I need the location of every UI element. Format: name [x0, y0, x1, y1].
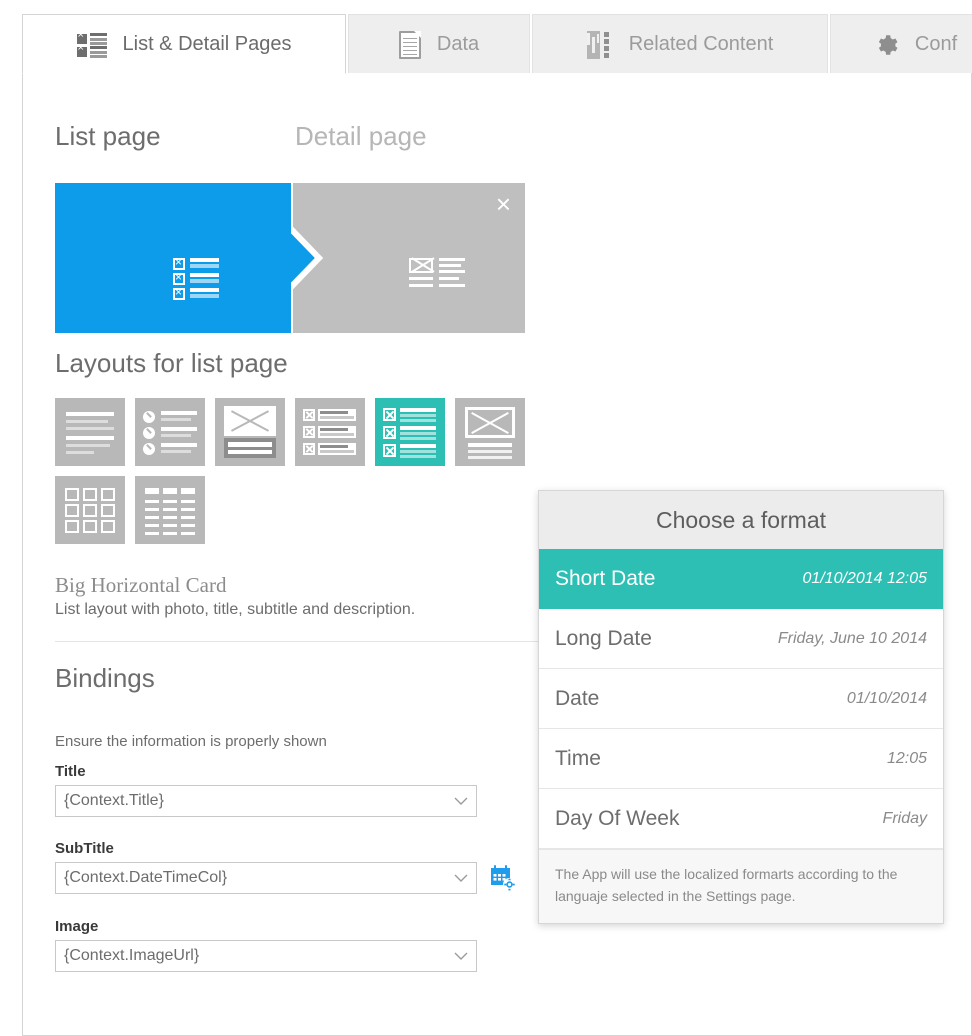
subtitle-binding-value: {Context.DateTimeCol} [64, 869, 228, 886]
calendar-format-icon[interactable] [489, 864, 517, 892]
layout-thumb-photo-grid[interactable] [55, 476, 125, 544]
tab-related-content[interactable]: Related Content [532, 14, 828, 74]
layout-thumb-table-grid[interactable] [135, 476, 205, 544]
list-detail-icon [76, 30, 107, 58]
tab-list-and-detail-pages[interactable]: List & Detail Pages [22, 14, 346, 74]
close-icon[interactable]: × [496, 191, 511, 217]
image-binding-value: {Context.ImageUrl} [64, 947, 200, 964]
image-binding-select[interactable]: {Context.ImageUrl} [55, 940, 477, 972]
format-option-sample: Friday, June 10 2014 [777, 629, 927, 647]
list-page-tile[interactable] [55, 183, 291, 333]
selected-layout-name: Big Horizontal Card [55, 573, 227, 597]
app-root: List & Detail Pages Data [0, 0, 972, 1036]
layouts-header: Layouts for list page [55, 348, 288, 378]
format-option-label: Short Date [555, 566, 656, 590]
title-field-label: Title [55, 763, 86, 780]
flow-arrow-icon [291, 183, 324, 333]
list-page-header: List page [55, 121, 161, 151]
format-option-label: Time [555, 746, 601, 770]
related-content-icon [586, 30, 613, 59]
layout-thumb-photo-caption[interactable] [215, 398, 285, 466]
subtitle-binding-select[interactable]: {Context.DateTimeCol} [55, 862, 477, 894]
layout-thumb-small-horizontal-card[interactable] [295, 398, 365, 466]
choose-format-popup: Choose a format Short Date 01/10/2014 12… [538, 490, 944, 925]
detail-page-tile[interactable]: × [293, 183, 525, 333]
layout-thumb-big-horizontal-card[interactable] [375, 398, 445, 466]
format-option-label: Long Date [555, 626, 652, 650]
choose-format-note: The App will use the localized formarts … [539, 849, 943, 924]
image-field-label: Image [55, 918, 99, 935]
chevron-down-icon [454, 874, 468, 882]
detail-page-header: Detail page [295, 121, 427, 151]
title-binding-select[interactable]: {Context.Title} [55, 785, 477, 817]
subtitle-field-label: SubTitle [55, 840, 114, 857]
format-option-short-date[interactable]: Short Date 01/10/2014 12:05 [539, 549, 943, 609]
tab-configuration[interactable]: Conf [830, 14, 972, 74]
tab-strip: List & Detail Pages Data [0, 0, 972, 74]
layout-thumbnail-grid [55, 398, 535, 544]
layout-thumb-bullet-list[interactable] [135, 398, 205, 466]
choose-format-title: Choose a format [539, 491, 943, 549]
format-option-time[interactable]: Time 12:05 [539, 729, 943, 789]
format-option-sample: 01/10/2014 [846, 689, 927, 707]
format-option-long-date[interactable]: Long Date Friday, June 10 2014 [539, 609, 943, 669]
bindings-header: Bindings [55, 663, 155, 693]
format-option-label: Day Of Week [555, 806, 680, 830]
tab-label: List & Detail Pages [122, 32, 292, 55]
document-icon [398, 30, 421, 59]
format-option-day-of-week[interactable]: Day Of Week Friday [539, 789, 943, 849]
format-option-sample: Friday [882, 809, 927, 827]
selected-layout-description: List layout with photo, title, subtitle … [55, 601, 416, 618]
layout-thumb-text-lines[interactable] [55, 398, 125, 466]
format-option-sample: 01/10/2014 12:05 [802, 569, 927, 587]
gear-icon [878, 34, 898, 55]
chevron-down-icon [454, 952, 468, 960]
tab-label: Data [436, 33, 480, 55]
format-option-date[interactable]: Date 01/10/2014 [539, 669, 943, 729]
bindings-subtitle: Ensure the information is properly shown [55, 733, 327, 750]
chevron-down-icon [454, 797, 468, 805]
tab-data[interactable]: Data [348, 14, 530, 74]
format-option-sample: 12:05 [886, 749, 927, 767]
title-binding-value: {Context.Title} [64, 792, 164, 809]
layout-thumb-big-photo-card[interactable] [455, 398, 525, 466]
tab-label: Related Content [628, 33, 774, 55]
tab-label: Conf [914, 33, 958, 55]
format-option-label: Date [555, 686, 600, 710]
